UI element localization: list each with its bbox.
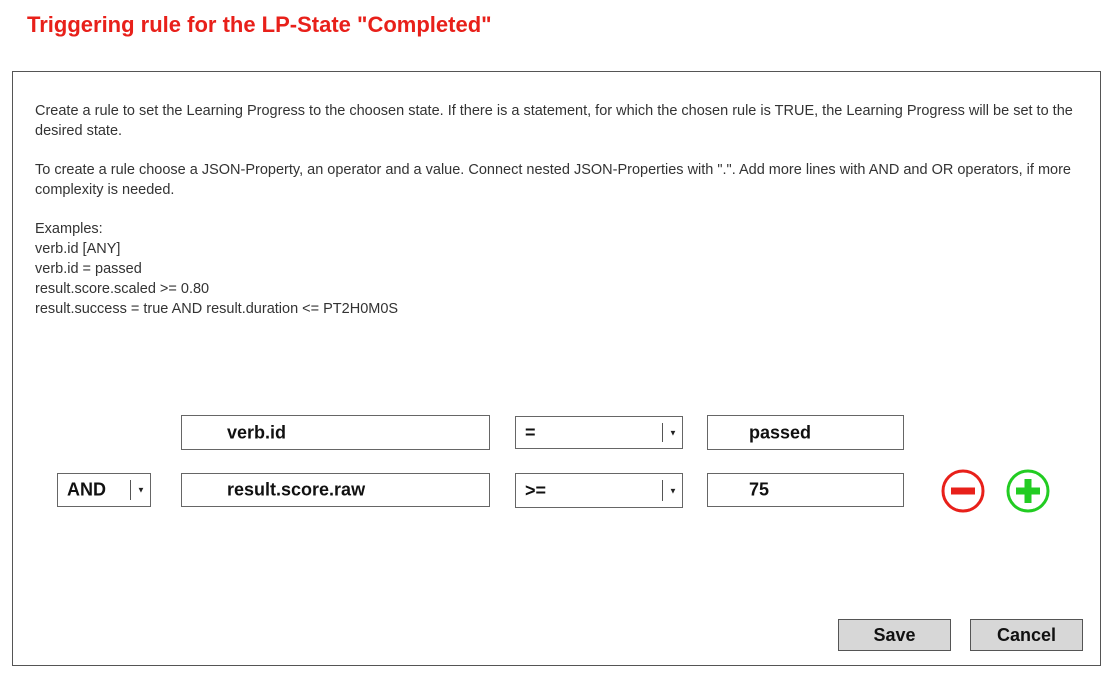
chevron-down-icon: ▼	[669, 428, 677, 437]
rule-editor-panel: Create a rule to set the Learning Progre…	[12, 71, 1101, 666]
save-button[interactable]: Save	[838, 619, 951, 651]
connector-select-2[interactable]: AND ▼	[57, 473, 151, 507]
operator-select-1[interactable]: = ▼	[515, 416, 683, 449]
chevron-down-icon: ▼	[669, 486, 677, 495]
property-input-2[interactable]: result.score.raw	[181, 473, 490, 507]
remove-rule-button[interactable]	[940, 468, 986, 514]
operator-select-2[interactable]: >= ▼	[515, 473, 683, 508]
plus-circle-icon	[1006, 469, 1050, 513]
value-input-value: 75	[749, 479, 770, 500]
instruction-paragraph-1: Create a rule to set the Learning Progre…	[35, 103, 1073, 139]
minus-circle-icon	[941, 469, 985, 513]
example-line: result.score.scaled >= 0.80	[35, 281, 210, 297]
instructions: Create a rule to set the Learning Progre…	[35, 101, 1085, 319]
value-input-value: passed	[749, 422, 812, 442]
add-rule-button[interactable]	[1005, 468, 1051, 514]
property-input-1[interactable]: verb.id	[181, 415, 490, 450]
example-line: verb.id = passed	[35, 261, 142, 277]
cancel-button[interactable]: Cancel	[970, 619, 1083, 651]
property-input-value: verb.id	[227, 422, 287, 442]
page-title: Triggering rule for the LP-State "Comple…	[27, 12, 492, 37]
chevron-down-icon: ▼	[137, 485, 145, 495]
property-input-value: result.score.raw	[227, 479, 366, 500]
example-line: verb.id [ANY]	[35, 241, 121, 257]
connector-select-value: AND	[67, 479, 106, 500]
example-line: result.success = true AND result.duratio…	[35, 301, 399, 317]
operator-select-value: =	[525, 422, 536, 442]
value-input-1[interactable]: passed	[707, 415, 904, 450]
value-input-2[interactable]: 75	[707, 473, 904, 507]
operator-select-value: >=	[525, 480, 547, 500]
instruction-paragraph-2: To create a rule choose a JSON-Property,…	[35, 162, 1071, 198]
examples-heading: Examples:	[35, 221, 103, 237]
